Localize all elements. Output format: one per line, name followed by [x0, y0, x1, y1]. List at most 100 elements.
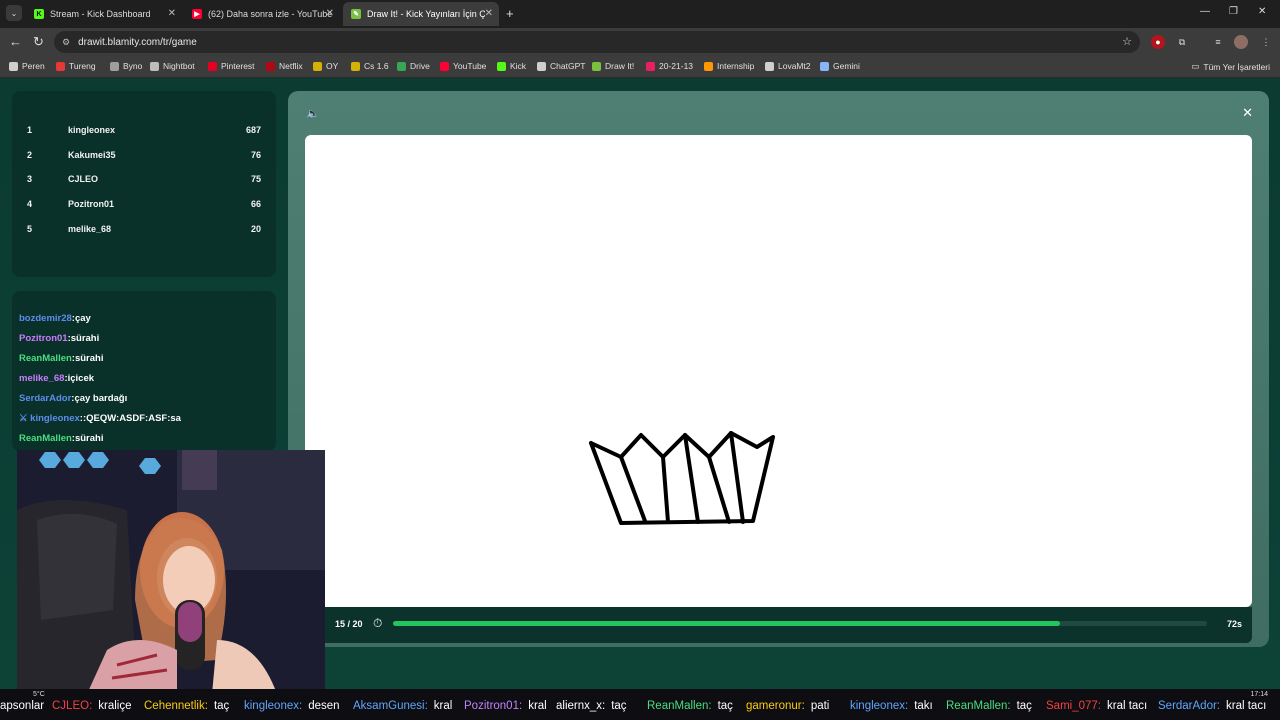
- leaderboard-panel: 1 kingleonex 687 2 Kakumei35 76 3 CJLEO 75 4 Pozit…: [12, 91, 276, 277]
- bookmark-item[interactable]: Gemini: [820, 61, 860, 71]
- ticker-text: taç: [611, 700, 627, 712]
- bookmark-item[interactable]: Byno: [110, 61, 142, 71]
- leaderboard-name: kingleonex: [68, 125, 116, 135]
- chat-message: SerdarAdor:çay bardağı: [19, 393, 127, 404]
- chat-username[interactable]: Pozitron01: [19, 333, 68, 344]
- ticker-text: kral tacı: [1106, 700, 1148, 712]
- bookmark-item[interactable]: OY: [313, 61, 338, 71]
- chat-username[interactable]: ReanMallen: [19, 353, 72, 364]
- bookmark-label: Nightbot: [163, 61, 195, 71]
- chat-message: melike_68:içicek: [19, 373, 94, 384]
- bookmark-label: Draw It!: [605, 61, 635, 71]
- chat-ticker: apsonlar CJLEO: kraliçe Cehennetlik: taç king…: [0, 689, 1280, 720]
- timer-icon: ⏱: [373, 616, 383, 630]
- restore-button[interactable]: ❐: [1229, 6, 1238, 17]
- reading-list-icon[interactable]: ≡: [1211, 35, 1225, 49]
- bookmark-item[interactable]: Netflix: [266, 61, 303, 71]
- kick-icon: K: [34, 9, 44, 19]
- close-tab-icon[interactable]: ✕: [485, 8, 493, 19]
- chat-text: çay bardağı: [74, 393, 128, 404]
- bookmark-favicon-icon: [351, 61, 360, 71]
- chat-text: çay: [74, 313, 91, 324]
- bookmark-favicon-icon: [537, 61, 546, 71]
- bookmark-item[interactable]: Peren: [9, 61, 45, 71]
- chat-message: bozdemir28:çay: [19, 313, 91, 324]
- folder-icon: ▭: [1191, 61, 1200, 71]
- bookmark-item[interactable]: LovaMt2: [765, 61, 811, 71]
- time-track: [393, 621, 1207, 626]
- close-icon[interactable]: ✕: [1242, 105, 1253, 121]
- close-tab-icon[interactable]: ✕: [326, 8, 334, 19]
- ticker-text: kral tacı: [1226, 700, 1267, 712]
- bookmark-item[interactable]: Cs 1.6: [351, 61, 389, 71]
- bookmark-label: Kick: [510, 61, 527, 71]
- chat-text: sürahi: [74, 353, 104, 364]
- bookmark-item[interactable]: Pinterest: [208, 61, 255, 71]
- avatar[interactable]: [1234, 35, 1248, 49]
- tab-search-button[interactable]: ⌄: [6, 5, 22, 21]
- extension-icon[interactable]: ●: [1151, 35, 1165, 49]
- tab-youtube[interactable]: ▶ (62) Daha sonra izle - YouTube ✕: [184, 2, 340, 26]
- bookmark-item[interactable]: Internship: [704, 61, 754, 71]
- leaderboard-rank: 2: [27, 149, 33, 160]
- bookmark-item[interactable]: Kick: [497, 61, 526, 71]
- chat-username[interactable]: melike_68: [19, 373, 64, 384]
- bookmark-item[interactable]: YouTube: [440, 61, 486, 71]
- browser-tab-bar: ⌄ K Stream - Kick Dashboard ✕ ▶ (62) Dah…: [0, 0, 1280, 28]
- leaderboard-row: 5 melike_68 20: [12, 217, 276, 241]
- chat-username[interactable]: kingleonex: [30, 413, 80, 424]
- tab-label: (62) Daha sonra izle - YouTube: [208, 9, 333, 19]
- menu-icon[interactable]: ⋮: [1259, 35, 1273, 49]
- drawing-canvas[interactable]: [305, 135, 1252, 607]
- ticker-message: apsonlar: [0, 700, 44, 712]
- chat-text: :QEQW:ASDF:ASF:sa: [82, 413, 181, 424]
- new-tab-button[interactable]: +: [506, 6, 514, 21]
- leaderboard-score: 20: [250, 223, 261, 234]
- leaderboard-score: 76: [250, 149, 261, 160]
- site-info-icon[interactable]: ⚙: [62, 37, 70, 48]
- reload-button[interactable]: ↻: [33, 34, 44, 50]
- chat-username[interactable]: ReanMallen: [19, 433, 72, 444]
- bookmark-item[interactable]: 20-21-13: [646, 61, 693, 71]
- pencil-icon: ✎: [351, 9, 361, 19]
- bookmark-favicon-icon: [56, 61, 65, 71]
- leaderboard-row: 4 Pozitron01 66: [12, 192, 276, 216]
- ticker-text: taç: [1016, 700, 1032, 712]
- chat-username[interactable]: SerdarAdor: [19, 393, 71, 404]
- bookmark-item[interactable]: Draw It!: [592, 61, 634, 71]
- minimize-button[interactable]: —: [1200, 6, 1210, 17]
- all-bookmarks-folder[interactable]: ▭ Tüm Yer İşaretleri: [1191, 61, 1270, 72]
- ticker-message: Cehennetlik: taç: [144, 700, 229, 712]
- bookmark-item[interactable]: ChatGPT: [537, 61, 585, 71]
- crown-inner-stroke: [683, 433, 700, 524]
- ticker-username: Sami_077:: [1046, 700, 1101, 712]
- crown-inner-stroke: [729, 431, 745, 524]
- chat-message: ReanMallen:sürahi: [19, 433, 103, 444]
- webcam-overlay: [17, 450, 325, 694]
- back-button[interactable]: ←: [9, 34, 22, 49]
- ticker-message: aliernx_x: taç: [556, 700, 627, 712]
- close-tab-icon[interactable]: ✕: [168, 8, 176, 19]
- tab-kick-dashboard[interactable]: K Stream - Kick Dashboard ✕: [26, 2, 182, 26]
- bookmark-label: Internship: [717, 61, 755, 71]
- speaker-icon[interactable]: 🔈: [306, 107, 320, 120]
- ticker-username: ReanMallen:: [647, 700, 712, 712]
- bookmark-favicon-icon: [313, 61, 322, 71]
- ticker-message: SerdarAdor: kral tacı: [1158, 700, 1266, 712]
- bookmark-star-icon[interactable]: ☆: [1122, 35, 1132, 48]
- ticker-text: kraliçe: [98, 700, 132, 712]
- bookmark-item[interactable]: Tureng: [56, 61, 96, 71]
- chat-username[interactable]: bozdemir28: [19, 313, 72, 324]
- crown-inner-stroke: [707, 455, 731, 524]
- close-window-button[interactable]: ✕: [1258, 6, 1266, 17]
- extensions-puzzle-icon[interactable]: ⧉: [1175, 35, 1189, 49]
- bookmark-item[interactable]: Nightbot: [150, 61, 195, 71]
- address-bar[interactable]: ⚙ drawit.blamity.com/tr/game ☆: [54, 31, 1140, 53]
- bookmark-item[interactable]: Drive: [397, 61, 430, 71]
- bookmark-favicon-icon: [440, 61, 449, 71]
- ticker-username: Pozitron01:: [464, 700, 523, 712]
- ticker-text: apsonlar: [0, 700, 45, 712]
- ticker-text: kral: [528, 700, 547, 712]
- leaderboard-name: melike_68: [68, 223, 112, 234]
- tab-draw-it[interactable]: ✎ Draw It! - Kick Yayınları İçin Çiz ✕: [343, 2, 499, 26]
